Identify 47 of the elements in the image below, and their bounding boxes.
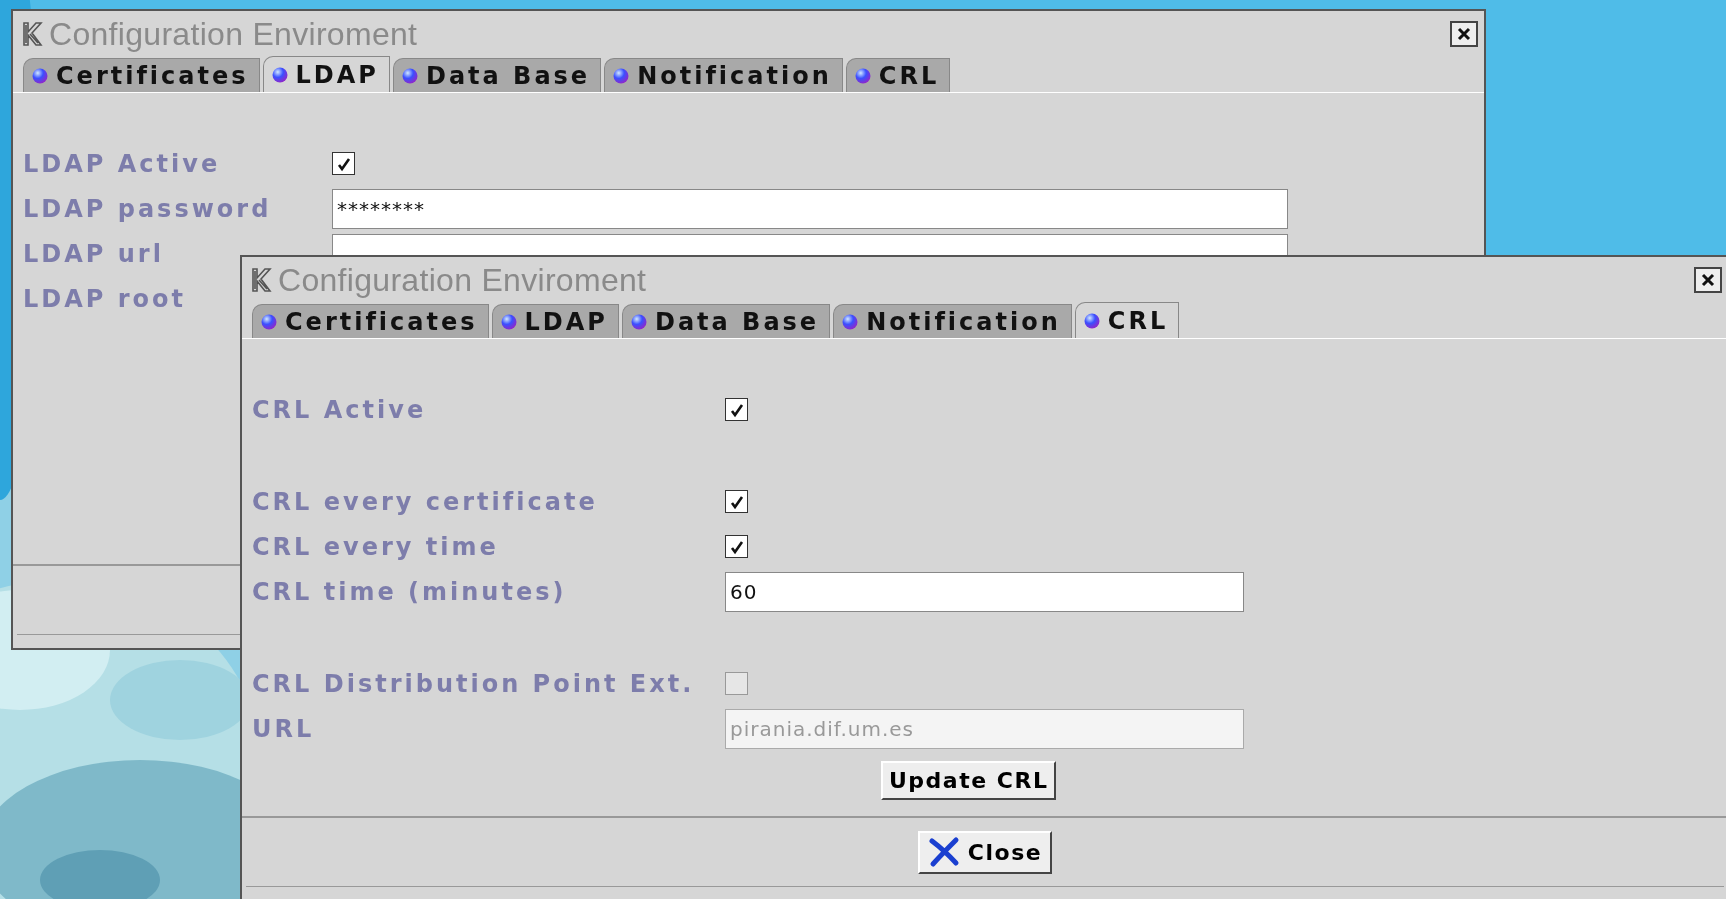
sphere-icon [842,313,859,330]
sphere-icon [401,67,418,84]
close-icon [1456,26,1472,42]
text-field[interactable]: 60 [725,571,1244,612]
sphere-icon [854,67,871,84]
sphere-icon [613,67,630,84]
tab[interactable]: Notification [604,58,843,92]
field-label: CRL every certificate [252,487,598,516]
checkbox[interactable] [725,535,748,558]
checkbox[interactable] [332,152,355,175]
sphere-icon [271,66,288,83]
field-label: CRL Distribution Point Ext. [252,669,695,698]
sphere-icon [32,67,48,84]
checkbox[interactable] [725,490,748,513]
tab[interactable]: Data Base [621,304,831,338]
close-icon [927,836,960,868]
app-icon [250,267,272,293]
close-button[interactable] [1694,267,1722,293]
sphere-icon [261,313,277,330]
close-button[interactable] [1450,21,1478,47]
field-label: CRL time (minutes) [252,577,567,606]
app-icon [21,21,43,47]
update-button[interactable]: Update CRL [881,761,1057,800]
field-label: LDAP url [23,239,164,268]
window-title: Configuration Enviroment [278,261,647,300]
close-icon [1700,272,1716,288]
checkbox[interactable] [725,398,748,421]
sphere-icon [1083,312,1100,329]
tab[interactable]: Certificates [252,304,489,338]
tab[interactable]: LDAP [491,304,619,338]
field-label: URL [252,714,315,743]
sphere-icon [630,313,647,330]
sphere-icon [500,313,517,330]
tab[interactable]: CRL [1074,302,1180,338]
tab[interactable]: LDAP [262,56,390,92]
field-label: LDAP password [23,194,272,223]
password-field[interactable]: ******** [332,188,1288,229]
field-label: LDAP Active [23,149,221,178]
close-button[interactable]: Close [917,830,1053,874]
window-title: Configuration Enviroment [49,15,418,54]
field-label: CRL every time [252,532,499,561]
tab[interactable]: Notification [833,304,1072,338]
field-label: CRL Active [252,395,427,424]
field-label: LDAP root [23,284,187,313]
tab[interactable]: Certificates [23,58,260,92]
tab[interactable]: CRL [845,58,951,92]
tab[interactable]: Data Base [392,58,602,92]
